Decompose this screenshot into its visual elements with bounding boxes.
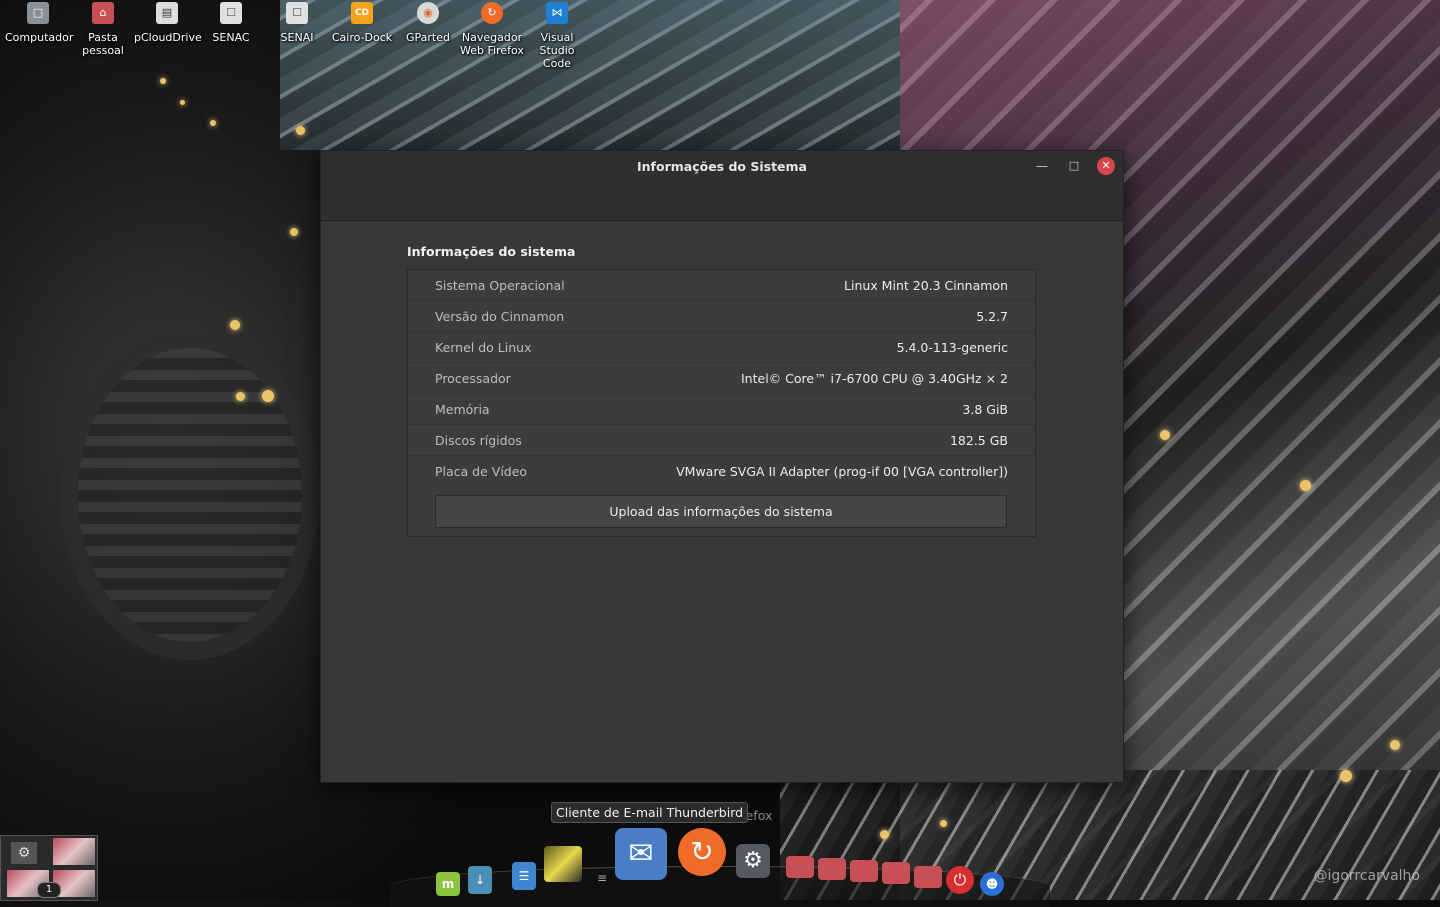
info-key: Processador xyxy=(435,371,511,386)
dock-text-editor-icon[interactable]: ☰ xyxy=(512,862,536,890)
workspace-switcher[interactable]: ⚙ 1 xyxy=(0,835,98,901)
info-row-memory: Memória 3.8 GiB xyxy=(408,394,1035,425)
bokeh-light xyxy=(180,100,185,105)
info-value: Linux Mint 20.3 Cinnamon xyxy=(844,278,1008,293)
info-value: Intel© Core™ i7-6700 CPU @ 3.40GHz × 2 xyxy=(741,371,1008,386)
bokeh-light xyxy=(290,228,298,236)
bokeh-light xyxy=(236,392,245,401)
dock-update-manager-icon[interactable]: ↓ xyxy=(468,866,492,894)
desktop-icon-senac[interactable]: ☐ SENAC xyxy=(198,2,264,44)
info-key: Versão do Cinnamon xyxy=(435,309,565,324)
dock-downloads-folder-icon[interactable] xyxy=(882,862,910,884)
dock-folder-icon[interactable] xyxy=(850,860,878,882)
info-value: 3.8 GiB xyxy=(962,402,1008,417)
minimize-icon: — xyxy=(1036,159,1048,173)
cairo-dock-icon: CD xyxy=(351,2,373,24)
desktop-icon-vscode[interactable]: ⋈ Visual Studio Code xyxy=(524,2,590,70)
dock-tooltip: Cliente de E-mail Thunderbird xyxy=(551,802,749,823)
bokeh-light xyxy=(1300,480,1311,491)
system-info-list: Sistema Operacional Linux Mint 20.3 Cinn… xyxy=(407,269,1036,537)
close-icon: ✕ xyxy=(1101,159,1111,172)
desktop-icon-gparted[interactable]: ◉ GParted xyxy=(395,2,461,44)
bokeh-light xyxy=(210,120,216,126)
info-row-disks: Discos rígidos 182.5 GB xyxy=(408,425,1035,456)
maximize-icon: □ xyxy=(1068,159,1080,172)
firefox-icon: ↻ xyxy=(481,2,503,24)
info-key: Sistema Operacional xyxy=(435,278,565,293)
bokeh-light xyxy=(1390,740,1400,750)
window-title: Informações do Sistema xyxy=(637,159,807,174)
info-value: 5.4.0-113-generic xyxy=(896,340,1008,355)
section-title: Informações do sistema xyxy=(407,244,576,259)
info-value: VMware SVGA II Adapter (prog-if 00 [VGA … xyxy=(676,464,1008,479)
dock-mint-menu-icon[interactable]: m xyxy=(436,872,460,896)
bokeh-light xyxy=(160,78,166,84)
dock-thunderbird-icon[interactable]: ✉ xyxy=(615,828,667,880)
dock-settings-icon[interactable]: ⚙ xyxy=(736,844,770,878)
desktop-icon-label: Cairo-Dock xyxy=(331,31,393,44)
home-folder-icon: ⌂ xyxy=(92,2,114,24)
bokeh-light xyxy=(262,390,274,402)
desktop-icon-label: SENAC xyxy=(212,31,250,44)
info-row-processor: Processador Intel© Core™ i7-6700 CPU @ 3… xyxy=(408,363,1035,394)
bokeh-light xyxy=(1340,770,1352,782)
info-row-cinnamon: Versão do Cinnamon 5.2.7 xyxy=(408,301,1035,332)
info-key: Placa de Vídeo xyxy=(435,464,528,479)
vscode-icon: ⋈ xyxy=(546,2,568,24)
desktop-icon-label: Visual Studio Code xyxy=(539,31,575,70)
info-value: 182.5 GB xyxy=(949,433,1008,448)
desktop-icon-cairo-dock[interactable]: CD Cairo-Dock xyxy=(329,2,395,44)
gparted-icon: ◉ xyxy=(417,2,439,24)
workspace-thumbnail[interactable] xyxy=(53,838,95,865)
bokeh-light xyxy=(1160,430,1170,440)
desktop-icon-pclouddrive[interactable]: ▤ pCloudDrive xyxy=(134,2,202,44)
desktop-icon-label: Pasta pessoal xyxy=(82,31,124,57)
file-icon: ☐ xyxy=(286,2,308,24)
info-key: Memória xyxy=(435,402,490,417)
file-icon: ☐ xyxy=(220,2,242,24)
maximize-button[interactable]: □ xyxy=(1065,157,1083,175)
desktop-icon-label: Computador xyxy=(5,31,74,44)
window-titlebar[interactable]: Informações do Sistema — □ ✕ xyxy=(321,151,1123,221)
bokeh-light xyxy=(296,126,305,135)
info-key: Kernel do Linux xyxy=(435,340,532,355)
upload-info-button[interactable]: Upload das informações do sistema xyxy=(435,495,1007,528)
desktop-icon-label: SENAI xyxy=(280,31,314,44)
wallpaper-crest xyxy=(60,330,320,660)
drive-icon: ▤ xyxy=(156,2,178,24)
bokeh-light xyxy=(880,830,889,839)
desktop-icon-label: GParted xyxy=(406,31,450,44)
desktop-icon-pasta-pessoal[interactable]: ⌂ Pasta pessoal xyxy=(70,2,136,57)
info-row-os: Sistema Operacional Linux Mint 20.3 Cinn… xyxy=(408,270,1035,301)
workspace-count-badge: 1 xyxy=(37,882,61,898)
dock-image-viewer-icon[interactable] xyxy=(544,846,582,882)
wallpaper-watermark: @igorrcarvalho xyxy=(1313,868,1420,884)
info-row-kernel: Kernel do Linux 5.4.0-113-generic xyxy=(408,332,1035,363)
desktop-icon-label: pCloudDrive xyxy=(134,31,202,44)
desktop-icon-label: Navegador Web Firefox xyxy=(460,31,524,57)
dock-folder-icon[interactable] xyxy=(818,858,846,880)
bokeh-light xyxy=(230,320,240,330)
minimize-button[interactable]: — xyxy=(1033,157,1051,175)
info-value: 5.2.7 xyxy=(976,309,1008,324)
system-info-window: Informações do Sistema — □ ✕ Informações… xyxy=(320,150,1124,783)
info-key: Discos rígidos xyxy=(435,433,522,448)
monitor-icon: □ xyxy=(27,2,49,24)
dock-folder-icon[interactable] xyxy=(786,856,814,878)
close-button[interactable]: ✕ xyxy=(1097,157,1115,175)
gear-icon[interactable]: ⚙ xyxy=(11,842,37,864)
desktop-icon-firefox[interactable]: ↻ Navegador Web Firefox xyxy=(459,2,525,57)
dock-accessibility-icon[interactable]: ☻ xyxy=(980,872,1004,896)
dock-separator-icon: ≡ xyxy=(596,871,608,885)
info-row-gpu: Placa de Vídeo VMware SVGA II Adapter (p… xyxy=(408,456,1035,486)
dock-power-icon[interactable]: ⏻ xyxy=(946,866,974,894)
desktop-icon-computador[interactable]: □ Computador xyxy=(5,2,74,44)
desktop-icon-senai[interactable]: ☐ SENAI xyxy=(264,2,330,44)
bokeh-light xyxy=(940,820,947,827)
dock-trash-icon[interactable] xyxy=(914,866,942,888)
dock-firefox-icon[interactable]: ↻ xyxy=(678,828,726,876)
